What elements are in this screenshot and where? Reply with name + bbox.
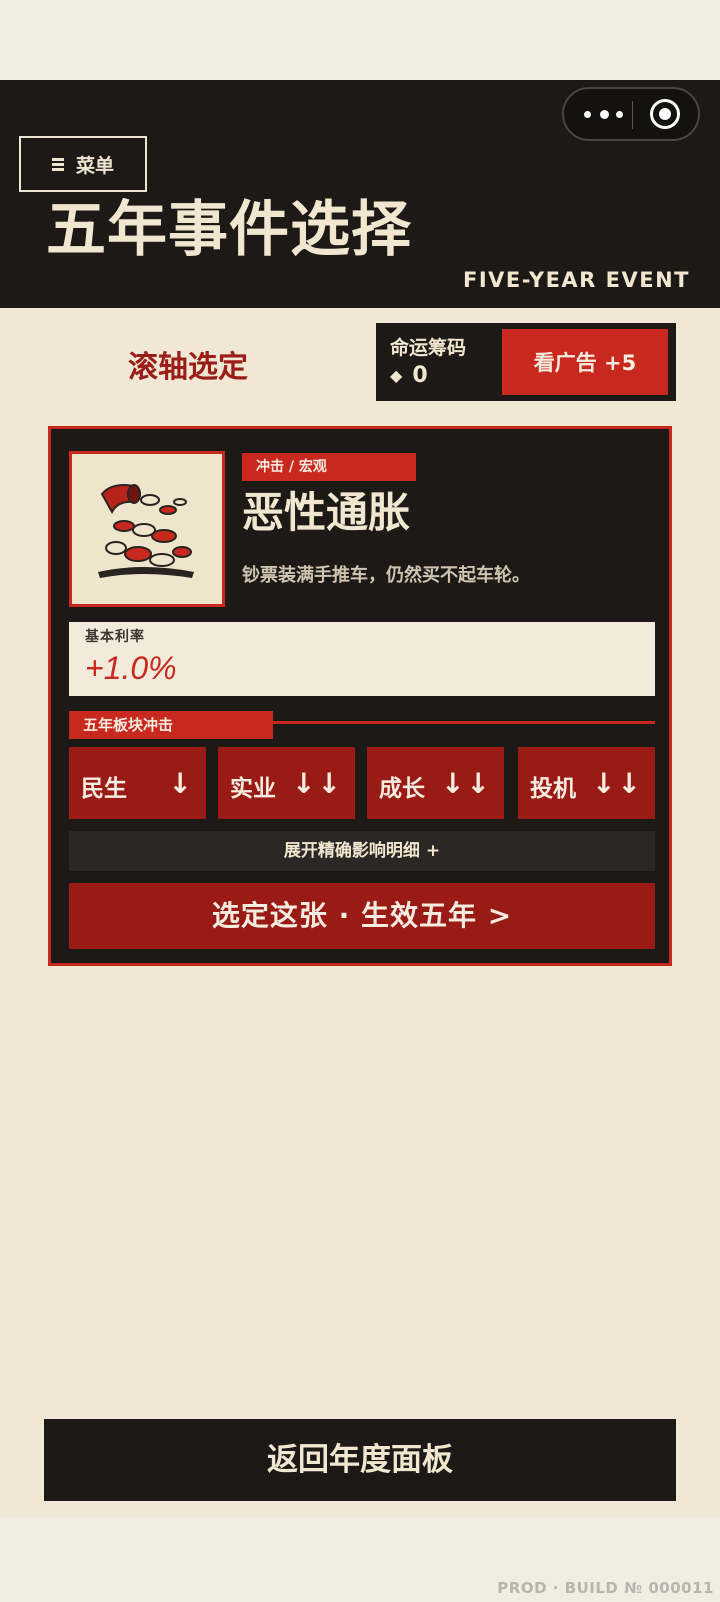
chips-value: ◆ 0	[390, 363, 428, 388]
miniprogram-capsule	[562, 87, 700, 141]
impact-divider	[273, 721, 655, 724]
sector-touji: 投机 ↓↓	[518, 747, 655, 819]
menu-button[interactable]: 菜单	[19, 136, 147, 192]
page-subtitle: FIVE-YEAR EVENT	[462, 268, 690, 292]
rate-value: +1.0%	[85, 650, 177, 686]
watch-ad-button[interactable]: 看广告 +5	[502, 329, 668, 395]
status-bar	[0, 0, 720, 80]
expand-details-button[interactable]: 展开精确影响明细 +	[69, 831, 655, 871]
page-title: 五年事件选择	[46, 195, 412, 265]
down-arrow-icon: ↓↓	[292, 767, 343, 800]
chips-label: 命运筹码	[390, 337, 467, 359]
down-arrow-icon: ↓↓	[592, 767, 643, 800]
event-illustration	[69, 451, 225, 607]
event-title: 恶性通胀	[242, 488, 411, 537]
rate-label: 基本利率	[85, 629, 145, 645]
scroll-select-label: 滚轴选定	[128, 350, 248, 385]
event-card: 冲击 / 宏观 恶性通胀 钞票装满手推车，仍然买不起车轮。 基本利率 +1.0%…	[48, 426, 672, 966]
event-description: 钞票装满手推车，仍然买不起车轮。	[242, 565, 530, 586]
back-to-annual-panel-button[interactable]: 返回年度面板	[44, 1419, 676, 1501]
sector-name: 投机	[530, 776, 576, 802]
more-icon[interactable]	[582, 99, 626, 129]
down-arrow-icon: ↓	[168, 767, 194, 800]
chips-count: 0	[412, 363, 428, 388]
impact-label: 五年板块冲击	[69, 711, 273, 739]
select-card-button[interactable]: 选定这张 · 生效五年 >	[69, 883, 655, 949]
event-tag: 冲击 / 宏观	[242, 453, 416, 481]
sector-name: 实业	[230, 776, 276, 802]
sector-name: 成长	[379, 776, 425, 802]
build-label: PROD · BUILD № 000011	[497, 1579, 714, 1597]
sector-shiye: 实业 ↓↓	[218, 747, 355, 819]
fate-chips-panel: 命运筹码 ◆ 0 看广告 +5	[376, 323, 676, 401]
close-miniprogram-icon[interactable]	[650, 99, 680, 129]
sector-minsheng: 民生 ↓	[69, 747, 206, 819]
menu-label: 菜单	[75, 154, 114, 177]
capsule-divider	[632, 101, 633, 129]
sector-name: 民生	[81, 776, 127, 802]
hamburger-icon	[51, 158, 64, 171]
base-rate-box: 基本利率 +1.0%	[69, 622, 655, 696]
down-arrow-icon: ↓↓	[441, 767, 492, 800]
sector-chengzhang: 成长 ↓↓	[367, 747, 504, 819]
diamond-icon: ◆	[390, 366, 403, 385]
